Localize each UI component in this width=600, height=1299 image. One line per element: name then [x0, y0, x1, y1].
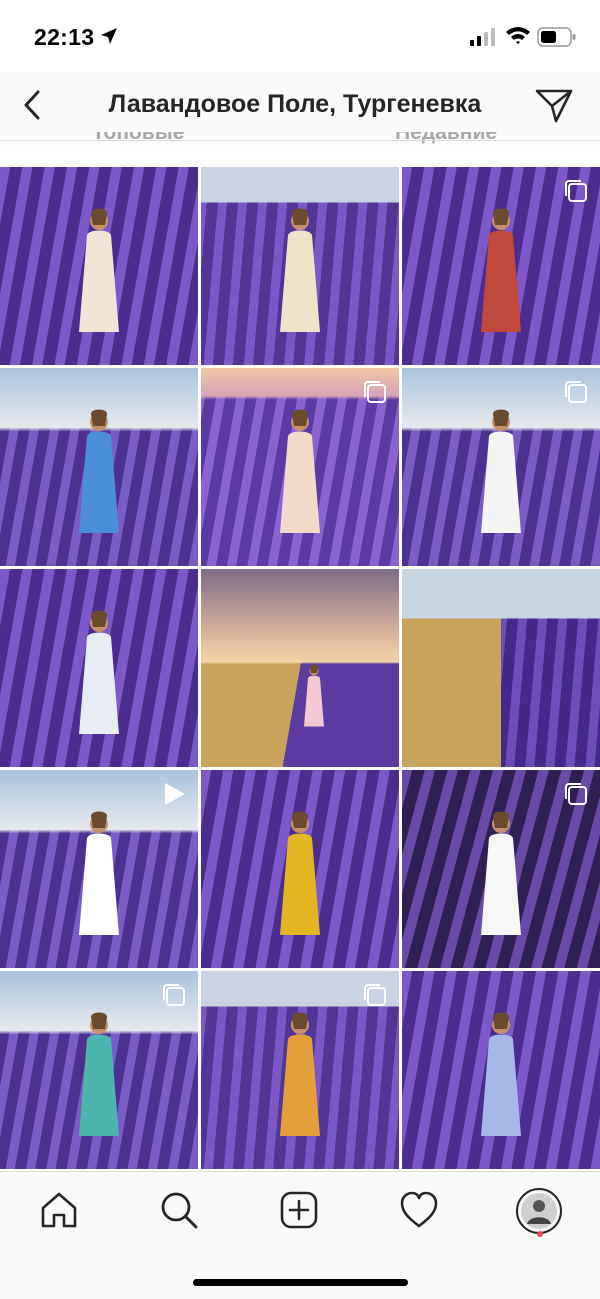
clock: 22:13	[34, 24, 95, 50]
carousel-icon	[364, 984, 386, 1006]
tile-woman-teal-dress[interactable]	[0, 971, 198, 1169]
plus-square-icon[interactable]	[279, 1190, 319, 1230]
tile-woman-straw-hat[interactable]	[201, 971, 399, 1169]
signal-icon	[470, 28, 495, 46]
person-figure	[79, 409, 119, 533]
tile-sunset-girl-running[interactable]	[201, 569, 399, 767]
home-indicator	[193, 1279, 408, 1286]
page-title: Лавандовое Поле, Тургеневка	[108, 90, 482, 118]
tab-top[interactable]: Топовые	[92, 132, 184, 145]
person-figure	[304, 664, 324, 727]
tab-recent[interactable]: Недавние	[395, 132, 497, 145]
wifi-icon	[506, 27, 530, 44]
person-figure	[280, 208, 320, 332]
photo-grid	[0, 167, 600, 1169]
person-figure	[79, 811, 119, 935]
direct-send-icon[interactable]	[534, 86, 574, 124]
person-figure	[79, 610, 119, 734]
home-icon[interactable]	[39, 1190, 79, 1230]
bottom-tab-bar	[0, 1171, 600, 1299]
tile-couple-in-field[interactable]	[0, 368, 198, 566]
tile-wheat-and-lavender[interactable]	[402, 569, 600, 767]
person-figure	[481, 1012, 521, 1136]
notification-dot	[537, 1231, 543, 1237]
person-figure	[280, 811, 320, 935]
tile-girl-with-basket[interactable]	[0, 167, 198, 365]
tile-blonde-woman-bouquet[interactable]	[0, 569, 198, 767]
search-icon[interactable]	[159, 1190, 199, 1230]
tile-man-with-backpack[interactable]	[402, 167, 600, 365]
tile-picnic-basket[interactable]	[201, 167, 399, 365]
video-play-icon	[165, 783, 185, 805]
tile-woman-white-gown[interactable]	[402, 770, 600, 968]
back-chevron-icon[interactable]	[20, 88, 48, 122]
location-header: Лавандовое Поле, Тургеневка	[0, 72, 600, 141]
carousel-icon	[565, 783, 587, 805]
tile-woman-white-shirt[interactable]	[402, 368, 600, 566]
tile-soap-bubble-video[interactable]	[0, 770, 198, 968]
person-figure	[280, 409, 320, 533]
photo-thumbnail	[402, 569, 600, 767]
person-figure	[481, 811, 521, 935]
tile-woman-yellow-dress[interactable]	[201, 770, 399, 968]
status-bar: 22:13	[0, 0, 600, 72]
heart-icon[interactable]	[399, 1190, 439, 1230]
person-figure	[79, 1012, 119, 1136]
battery-icon	[537, 27, 576, 47]
carousel-icon	[364, 381, 386, 403]
person-figure	[481, 409, 521, 533]
person-figure	[79, 208, 119, 332]
tab-bar: Топовые Недавние	[0, 132, 600, 145]
carousel-icon	[565, 180, 587, 202]
location-arrow-icon	[101, 28, 117, 44]
tile-woman-in-field[interactable]	[201, 368, 399, 566]
person-figure	[280, 1012, 320, 1136]
divider	[0, 140, 600, 141]
avatar-icon[interactable]	[516, 1188, 562, 1234]
tile-woman-holding-hat[interactable]	[402, 971, 600, 1169]
carousel-icon	[565, 381, 587, 403]
person-figure	[481, 208, 521, 332]
carousel-icon	[163, 984, 185, 1006]
